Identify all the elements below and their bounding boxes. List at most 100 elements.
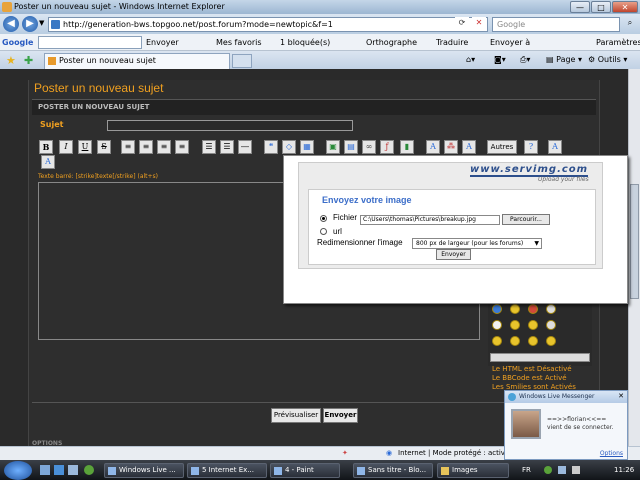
forward-icon[interactable]: ▶ [22,16,38,32]
feeds-icon[interactable]: ◙▾ [494,53,506,67]
tab-favicon-icon [48,57,56,65]
scrollbar-thumb[interactable] [630,184,639,299]
favorites-button[interactable]: Mes favoris [216,34,262,51]
smiley-icon[interactable] [510,304,520,314]
italic-button[interactable]: I [59,140,73,154]
strike-button[interactable]: S [97,140,111,154]
minimize-button[interactable]: — [570,1,590,13]
page-menu[interactable]: ▤ Page ▾ [546,53,582,67]
settings-button[interactable]: Paramètres [596,34,640,51]
image-icon[interactable]: ▣ [326,140,340,154]
close-icon[interactable]: ✕ [618,392,624,400]
video-icon[interactable]: ▮ [400,140,414,154]
upload-send-button[interactable]: Envoyer [436,249,471,260]
quote-icon[interactable]: ❝ [264,140,278,154]
underline-button[interactable]: U [78,140,92,154]
preview-button[interactable]: Prévisualiser [271,408,321,423]
browse-button[interactable]: Parcourir... [502,214,550,225]
popup-blocked-button[interactable]: 1 bloquée(s) [280,34,330,51]
help-icon[interactable]: ? [524,140,538,154]
smiley-icon[interactable] [528,304,538,314]
url-input[interactable]: http://generation-bws.topgoo.net/post.fo… [48,17,488,32]
refresh-icon[interactable]: ⟳ [455,17,469,31]
smiley-icon[interactable] [528,320,538,330]
flash-icon[interactable]: ƒ [380,140,394,154]
smiley-icon[interactable] [510,336,520,346]
smiley-icon[interactable] [546,320,556,330]
numbered-list-icon[interactable]: ☰ [220,140,234,154]
task-paint[interactable]: 4 - Paint [270,463,340,478]
translate-button[interactable]: Traduire [436,34,468,51]
resize-select[interactable]: 800 px de largeur (pour les forums) ▼ [412,238,542,249]
vertical-scrollbar[interactable] [628,69,640,446]
task-messenger[interactable]: Windows Live ... [104,463,184,478]
close-button[interactable]: ✕ [612,1,638,13]
stop-icon[interactable]: ✕ [472,17,486,31]
link-icon[interactable]: ∞ [362,140,376,154]
messenger-notification[interactable]: Windows Live Messenger ✕ ==>>florian<<==… [504,390,628,460]
align-justify-icon[interactable]: ≡ [175,140,189,154]
code-icon[interactable]: ◇ [282,140,296,154]
tab-current[interactable]: Poster un nouveau sujet [44,53,230,69]
messenger-tray-icon[interactable] [544,466,552,474]
file-path-input[interactable]: C:\Users\thomas\Pictures\breakup.jpg [360,215,500,225]
history-dropdown-icon[interactable]: ▼ [39,19,44,27]
smiley-icon[interactable] [492,320,502,330]
notification-header: Windows Live Messenger [505,391,627,403]
font-icon[interactable]: A [426,140,440,154]
spelling-button[interactable]: Orthographe [366,34,417,51]
horizontal-rule-icon[interactable]: ― [238,140,252,154]
window-title: Poster un nouveau sujet - Windows Intern… [14,2,225,11]
size-icon[interactable]: A [462,140,476,154]
table-icon[interactable]: ▦ [300,140,314,154]
maximize-button[interactable]: □ [591,1,611,13]
back-icon[interactable]: ◀ [3,16,19,32]
start-button[interactable] [4,461,32,480]
search-input[interactable]: Google [492,17,620,32]
others-button[interactable]: Autres [487,140,517,154]
smiley-icon[interactable] [546,336,556,346]
home-icon[interactable]: ⌂▾ [466,53,475,67]
add-favorite-icon[interactable]: ✚ [24,54,33,67]
smiley-scrollbar[interactable] [490,353,590,362]
strike-color-icon[interactable]: A [41,155,55,169]
show-desktop-icon[interactable] [40,465,50,475]
smiley-icon[interactable] [528,336,538,346]
tools-menu[interactable]: ⚙ Outils ▾ [588,53,627,67]
smiley-icon[interactable] [492,336,502,346]
ie-quicklaunch-icon[interactable] [54,465,64,475]
align-left-icon[interactable]: ≡ [121,140,135,154]
favorites-star-icon[interactable]: ★ [6,54,16,67]
print-icon[interactable]: ⎙▾ [520,53,530,67]
align-center-icon[interactable]: ≡ [139,140,153,154]
network-icon[interactable] [558,466,566,474]
upload-image-icon[interactable]: ▤ [344,140,358,154]
search-icon[interactable]: ⌕ [622,17,638,31]
smiley-icon[interactable] [546,304,556,314]
google-send-button[interactable]: Envoyer [146,34,179,51]
notification-options-link[interactable]: Options [600,450,623,457]
url-radio[interactable] [320,228,327,235]
task-notepad[interactable]: Sans titre - Blo... [353,463,433,478]
new-tab-button[interactable] [232,54,252,68]
task-internet-explorer[interactable]: 5 Internet Ex... [187,463,267,478]
bullet-list-icon[interactable]: ☰ [202,140,216,154]
switch-windows-icon[interactable] [68,465,78,475]
messenger-quicklaunch-icon[interactable] [84,465,94,475]
color-icon[interactable]: ⁂ [444,140,458,154]
bold-button[interactable]: B [39,140,53,154]
language-indicator[interactable]: FR [522,460,531,480]
google-search-input[interactable] [38,36,142,49]
smiley-icon[interactable] [510,320,520,330]
smiley-icon[interactable] [492,304,502,314]
send-to-button[interactable]: Envoyer à [490,34,530,51]
volume-icon[interactable] [572,466,580,474]
remove-format-icon[interactable]: A [548,140,562,154]
submit-button[interactable]: Envoyer [323,408,358,423]
file-radio[interactable] [320,215,327,222]
subject-input[interactable] [107,120,353,131]
clock[interactable]: 11:26 [614,460,634,480]
task-images[interactable]: Images [437,463,509,478]
align-right-icon[interactable]: ≡ [157,140,171,154]
security-icon[interactable]: ✦ [342,447,348,460]
